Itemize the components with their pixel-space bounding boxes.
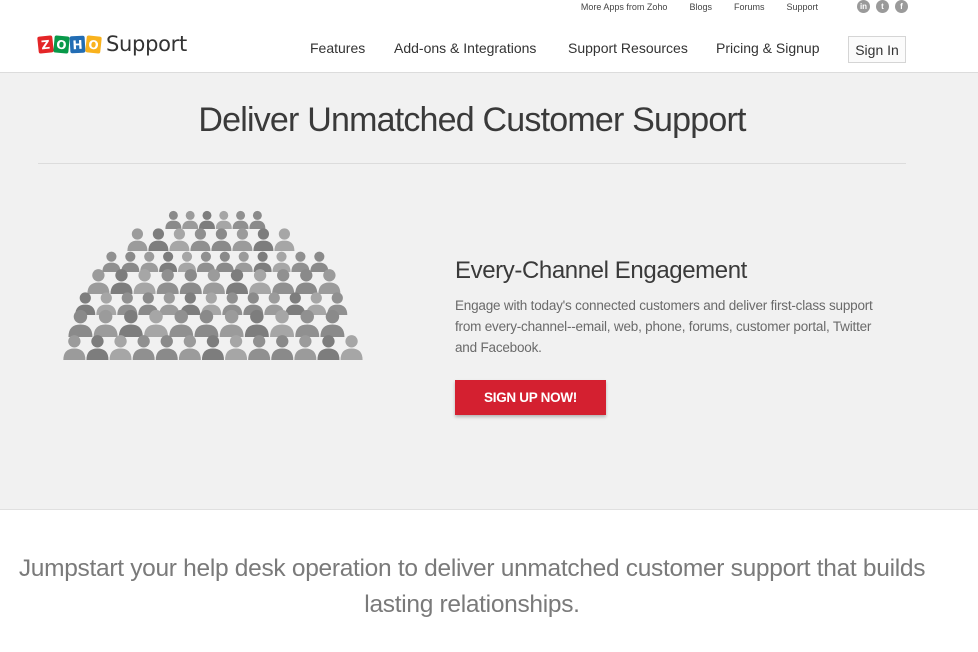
hero-divider [38,163,906,164]
linkedin-icon[interactable]: in [857,0,870,13]
social-links: in t f [857,0,908,13]
person-silhouette [109,335,132,360]
person-silhouette [234,251,253,272]
person-silhouette [87,269,110,294]
nav-features[interactable]: Features [310,40,365,56]
logo-letter: Z [37,34,54,54]
sign-up-now-button[interactable]: SIGN UP NOW! [455,380,606,415]
person-silhouette [272,251,291,272]
nav-addons-integrations[interactable]: Add-ons & Integrations [394,40,536,56]
utility-bar: More Apps from Zoho Blogs Forums Support… [0,0,978,18]
zoho-logo-mark: Z O H O [37,34,102,54]
tagline: Jumpstart your help desk operation to de… [18,555,926,618]
person-silhouette [253,251,272,272]
person-silhouette [121,251,140,272]
more-apps-link[interactable]: More Apps from Zoho [581,2,668,12]
person-silhouette [110,269,133,294]
person-silhouette [310,251,329,272]
blogs-link[interactable]: Blogs [689,2,712,12]
person-silhouette [159,292,180,315]
feature-title: Every-Channel Engagement [455,257,747,284]
person-silhouette [102,251,121,272]
person-silhouette [340,335,363,360]
person-silhouette [272,269,295,294]
person-silhouette [294,335,317,360]
person-silhouette [169,228,190,251]
person-silhouette [132,335,155,360]
logo-letter: O [53,34,70,54]
person-silhouette [225,269,248,294]
person-silhouette [196,251,215,272]
sign-in-button[interactable]: Sign In [848,36,906,63]
person-silhouette [274,228,295,251]
person-silhouette [295,269,318,294]
person-silhouette [211,228,232,251]
site-header: Z O H O Support Features Add-ons & Integ… [0,16,978,73]
person-silhouette [271,335,294,360]
feature-description: Engage with today's connected customers … [455,298,873,355]
person-silhouette [198,210,215,229]
person-silhouette [232,210,249,229]
nav-support-resources[interactable]: Support Resources [568,40,688,56]
support-link[interactable]: Support [786,2,818,12]
person-silhouette [182,210,199,229]
person-silhouette [63,335,86,360]
logo-product-name: Support [106,32,187,56]
nav-pricing-signup[interactable]: Pricing & Signup [716,40,820,56]
person-silhouette [249,269,272,294]
person-silhouette [178,251,197,272]
person-silhouette [215,251,234,272]
person-silhouette [285,292,306,315]
twitter-icon[interactable]: t [876,0,889,13]
person-silhouette [318,269,341,294]
person-silhouette [215,210,232,229]
logo-letter: O [85,34,102,54]
person-silhouette [159,251,178,272]
person-silhouette [225,335,248,360]
person-silhouette [317,335,340,360]
hero-section: Deliver Unmatched Customer Support Every… [0,73,978,510]
person-silhouette [140,251,159,272]
facebook-icon[interactable]: f [895,0,908,13]
person-silhouette [179,269,202,294]
person-silhouette [127,228,148,251]
forums-link[interactable]: Forums [734,2,765,12]
person-silhouette [249,210,266,229]
person-silhouette [291,251,310,272]
person-silhouette [178,335,201,360]
person-silhouette [202,269,225,294]
person-silhouette [155,335,178,360]
person-silhouette [165,210,182,229]
person-silhouette [148,228,169,251]
person-silhouette [201,335,224,360]
person-silhouette [86,335,109,360]
logo-letter: H [69,35,86,53]
person-silhouette [190,228,211,251]
utility-links: More Apps from Zoho Blogs Forums Support [559,2,818,12]
person-silhouette [253,228,274,251]
hero-title: Deliver Unmatched Customer Support [198,101,746,139]
customer-crowd-illustration [63,210,363,360]
zoho-support-logo[interactable]: Z O H O Support [37,32,187,56]
person-silhouette [156,269,179,294]
person-silhouette [133,269,156,294]
person-silhouette [248,335,271,360]
person-silhouette [232,228,253,251]
